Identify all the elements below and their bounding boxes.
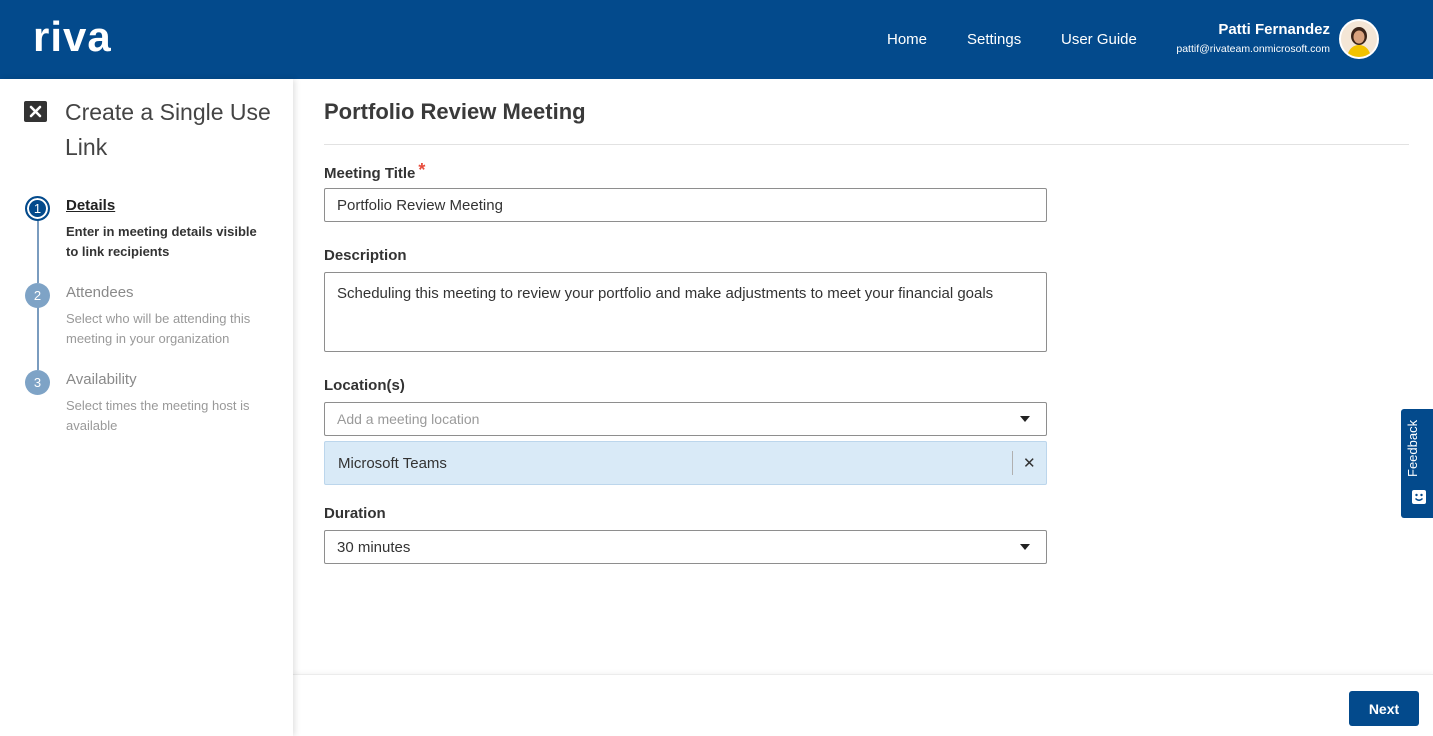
- close-icon[interactable]: ✕: [1023, 454, 1036, 472]
- user-photo-icon: [1341, 21, 1377, 57]
- top-navigation-bar: riva Home Settings User Guide Patti Fern…: [0, 0, 1433, 79]
- location-dropdown[interactable]: Add a meeting location: [324, 402, 1047, 436]
- page-title: Portfolio Review Meeting: [324, 99, 586, 124]
- chevron-down-icon: [1020, 416, 1030, 422]
- required-marker: *: [418, 160, 426, 180]
- wizard-footer: Next: [293, 674, 1433, 736]
- chevron-down-icon: [1020, 544, 1030, 550]
- nav-user-guide[interactable]: User Guide: [1061, 31, 1137, 48]
- details-form: Portfolio Review Meeting Meeting Title * …: [293, 79, 1433, 674]
- duration-dropdown[interactable]: 30 minutes: [324, 530, 1047, 564]
- duration-label: Duration: [324, 505, 386, 522]
- meeting-title-input[interactable]: Portfolio Review Meeting: [324, 188, 1047, 222]
- location-placeholder: Add a meeting location: [337, 411, 480, 427]
- step-1-description: Enter in meeting details visible to link…: [66, 224, 257, 259]
- nav-settings[interactable]: Settings: [967, 31, 1021, 48]
- description-label: Description: [324, 247, 407, 264]
- feedback-tab[interactable]: Feedback: [1401, 409, 1433, 518]
- step-2-description: Select who will be attending this meetin…: [66, 311, 251, 346]
- sidebar-title: Create a Single Use Link: [65, 99, 271, 160]
- step-2-label[interactable]: Attendees: [66, 284, 134, 301]
- location-chip-microsoft-teams: Microsoft Teams ✕: [324, 441, 1047, 485]
- close-icon[interactable]: [24, 101, 47, 122]
- user-name: Patti Fernandez: [1218, 21, 1330, 38]
- avatar[interactable]: [1339, 19, 1379, 59]
- logo-text: riva: [33, 20, 112, 56]
- divider: [324, 144, 1409, 145]
- nav-home[interactable]: Home: [887, 31, 927, 48]
- step-3-description: Select times the meeting host is availab…: [66, 398, 250, 433]
- location-label: Location(s): [324, 377, 405, 394]
- step-1-indicator[interactable]: 1: [25, 196, 50, 221]
- meeting-title-label: Meeting Title *: [324, 160, 426, 182]
- description-textarea[interactable]: Scheduling this meeting to review your p…: [324, 272, 1047, 352]
- smiley-icon: [1412, 490, 1426, 504]
- location-chip-label: Microsoft Teams: [338, 455, 447, 472]
- step-connector: [37, 220, 39, 283]
- step-3-indicator[interactable]: 3: [25, 370, 50, 395]
- step-2-indicator[interactable]: 2: [25, 283, 50, 308]
- wizard-sidebar: Create a Single Use Link 1 Details Enter…: [0, 79, 293, 736]
- feedback-label: Feedback: [1405, 419, 1420, 477]
- riva-logo[interactable]: riva: [33, 20, 145, 56]
- step-connector: [37, 307, 39, 370]
- step-3-label[interactable]: Availability: [66, 371, 137, 388]
- next-button[interactable]: Next: [1349, 691, 1419, 726]
- user-email: pattif@rivateam.onmicrosoft.com: [1176, 43, 1330, 55]
- chip-divider: [1012, 451, 1013, 475]
- step-1-label[interactable]: Details: [66, 197, 115, 214]
